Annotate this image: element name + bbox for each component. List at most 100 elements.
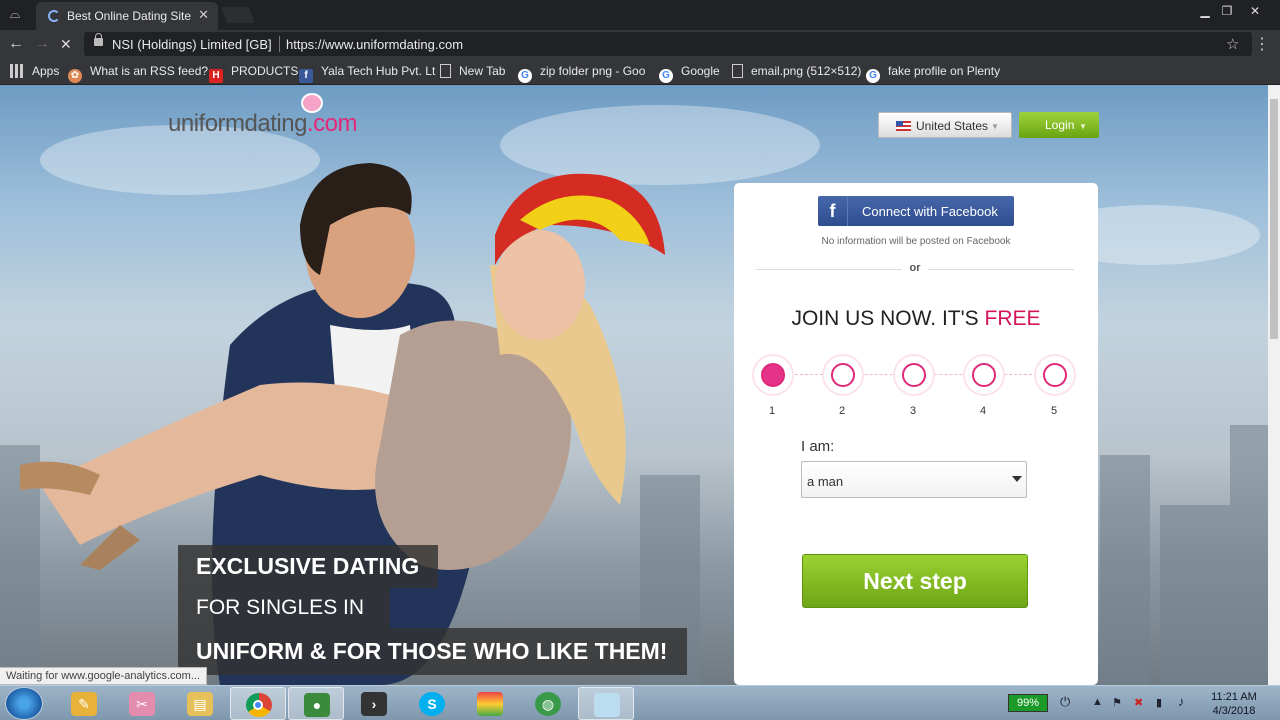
bookmark-apps[interactable]: Apps — [10, 64, 59, 78]
folder-icon: ▤ — [187, 692, 213, 716]
bookmark-rss[interactable]: ✿ What is an RSS feed? — [68, 64, 208, 83]
facebook-icon: f — [818, 196, 848, 226]
step-indicator-5 — [1036, 356, 1074, 394]
join-heading: JOIN US NOW. IT'S FREE — [791, 307, 1041, 330]
bookmark-yala[interactable]: f Yala Tech Hub Pvt. Lt — [299, 64, 435, 83]
volume-icon[interactable]: ♪ — [1178, 694, 1185, 709]
google-icon: G — [659, 69, 673, 83]
globe-icon: ◍ — [535, 692, 561, 716]
start-button[interactable] — [5, 687, 43, 720]
step-number-1: 1 — [768, 405, 776, 417]
signup-panel: f Connect with Facebook No information w… — [734, 183, 1098, 685]
taskbar-paint[interactable]: ✎ — [56, 687, 112, 720]
restore-window-icon[interactable]: ❐ — [1216, 2, 1238, 20]
new-tab-button[interactable] — [221, 7, 255, 23]
taskbar-chrome[interactable] — [230, 687, 286, 720]
page-icon — [440, 64, 451, 78]
clock-time: 11:21 AM — [1211, 691, 1257, 703]
logo-tld: .com — [306, 110, 358, 137]
bookmark-products[interactable]: H PRODUCTS — [209, 64, 298, 83]
forward-arrow-icon[interactable]: → — [34, 35, 50, 53]
screen-recorder-icon: ● — [304, 693, 330, 717]
step-number-4: 4 — [979, 405, 987, 417]
browser-menu-icon[interactable]: ⋮ — [1254, 34, 1270, 54]
bookmark-zip[interactable]: Gzip folder png - Goo — [518, 64, 645, 83]
taskbar-explorer[interactable]: ▤ — [172, 687, 228, 720]
bookmark-newtab[interactable]: New Tab — [440, 64, 505, 78]
facebook-icon: f — [299, 69, 313, 83]
step-number-3: 3 — [909, 405, 917, 417]
background-building — [1230, 425, 1268, 685]
login-button[interactable]: Login ▼ — [1019, 112, 1099, 138]
taskbar-notes[interactable] — [578, 687, 634, 720]
facebook-button-label: Connect with Facebook — [862, 204, 998, 219]
snipping-tool-icon: ✂ — [129, 692, 155, 716]
site-identity[interactable]: NSI (Holdings) Limited [GB] — [112, 37, 272, 52]
page-scrollbar[interactable] — [1268, 85, 1280, 685]
step-number-2: 2 — [838, 405, 846, 417]
taskbar-recorder[interactable]: ● — [288, 687, 344, 720]
gender-value: a man — [807, 474, 844, 489]
back-arrow-icon[interactable]: ← — [8, 35, 24, 53]
signal-icon[interactable]: ▮ — [1156, 696, 1162, 709]
lock-icon — [94, 33, 103, 46]
dropdown-arrow-icon — [1012, 476, 1022, 482]
step-indicator-4 — [965, 356, 1003, 394]
rss-globe-icon: ✿ — [68, 69, 82, 83]
action-center-icon[interactable]: ⚑ — [1112, 696, 1122, 709]
webpage-viewport: uniformdating.com United States ▼ Login … — [0, 85, 1268, 685]
taskbar-snipping[interactable]: ✂ — [114, 687, 170, 720]
bookmark-fakeprofile[interactable]: Gfake profile on Plenty — [866, 64, 1000, 83]
h-logo-icon: H — [209, 69, 223, 83]
page-icon — [732, 64, 743, 78]
bookmarks-bar: Apps ✿ What is an RSS feed? H PRODUCTS f Ya… — [0, 58, 1280, 85]
network-error-icon[interactable]: ✖ — [1134, 696, 1143, 709]
minimize-window-icon[interactable]: ▁ — [1194, 2, 1216, 20]
taskbar-skype[interactable]: S — [404, 687, 460, 720]
google-icon: G — [866, 69, 880, 83]
background-building — [1100, 455, 1150, 685]
connect-facebook-button[interactable]: f Connect with Facebook — [818, 196, 1014, 226]
bookmark-star-icon[interactable]: ☆ — [1226, 35, 1239, 53]
taskbar-bluestacks[interactable] — [462, 687, 518, 720]
system-clock[interactable]: 11:21 AM 4/3/2018 — [1204, 690, 1264, 718]
omnibox-separator — [279, 36, 280, 52]
loading-spinner-icon — [48, 10, 60, 22]
scrollbar-thumb[interactable] — [1270, 99, 1278, 339]
taskbar-globe[interactable]: ◍ — [520, 687, 576, 720]
browser-tab-active[interactable]: Best Online Dating Site | ✕ — [36, 2, 218, 30]
chevron-down-icon: ▼ — [991, 122, 999, 131]
facebook-note: No information will be posted on Faceboo… — [821, 236, 1011, 247]
country-selector[interactable]: United States ▼ — [878, 112, 1012, 138]
step-number-5: 5 — [1050, 405, 1058, 417]
close-window-icon[interactable]: ✕ — [1244, 2, 1266, 20]
step-indicator-2 — [824, 356, 862, 394]
bookmark-email[interactable]: email.png (512×512) — [732, 64, 861, 78]
paint-icon: ✎ — [71, 692, 97, 716]
status-bar: Waiting for www.google-analytics.com... — [0, 667, 207, 685]
or-separator: or — [902, 262, 928, 274]
chrome-icon — [246, 693, 272, 717]
browser-tab-strip: ⌓ Best Online Dating Site | ✕ ▁ ❐ ✕ — [0, 0, 1280, 30]
promo-line-1: EXCLUSIVE DATING — [178, 545, 438, 588]
url-text[interactable]: https://www.uniformdating.com — [286, 37, 463, 52]
skype-icon: S — [419, 692, 445, 716]
google-icon: G — [518, 69, 532, 83]
logo-text: uniformdating — [168, 110, 307, 137]
tab-title: Best Online Dating Site | — [67, 9, 192, 23]
windows-taskbar: ✎ ✂ ▤ ● › S ◍ 99% ⏻ ▲ ⚑ ✖ ▮ ♪ 11:21 AM 4… — [0, 685, 1280, 720]
clock-date: 4/3/2018 — [1212, 705, 1256, 717]
gender-select[interactable]: a man — [801, 461, 1027, 498]
taskbar-terminal[interactable]: › — [346, 687, 402, 720]
battery-indicator[interactable]: 99% — [1008, 694, 1048, 712]
show-hidden-icons-icon[interactable]: ▲ — [1092, 696, 1103, 708]
bookmark-google[interactable]: G Google — [659, 64, 720, 83]
tab-close-icon[interactable]: ✕ — [198, 7, 209, 23]
login-label: Login — [1045, 118, 1075, 132]
bluestacks-icon — [477, 692, 503, 716]
country-label: United States — [916, 119, 989, 133]
next-step-button[interactable]: Next step — [802, 554, 1028, 608]
stop-loading-icon[interactable]: ✕ — [60, 36, 72, 53]
omnibox[interactable]: NSI (Holdings) Limited [GB] https://www.… — [84, 32, 1252, 56]
power-plug-icon[interactable]: ⏻ — [1060, 694, 1070, 710]
